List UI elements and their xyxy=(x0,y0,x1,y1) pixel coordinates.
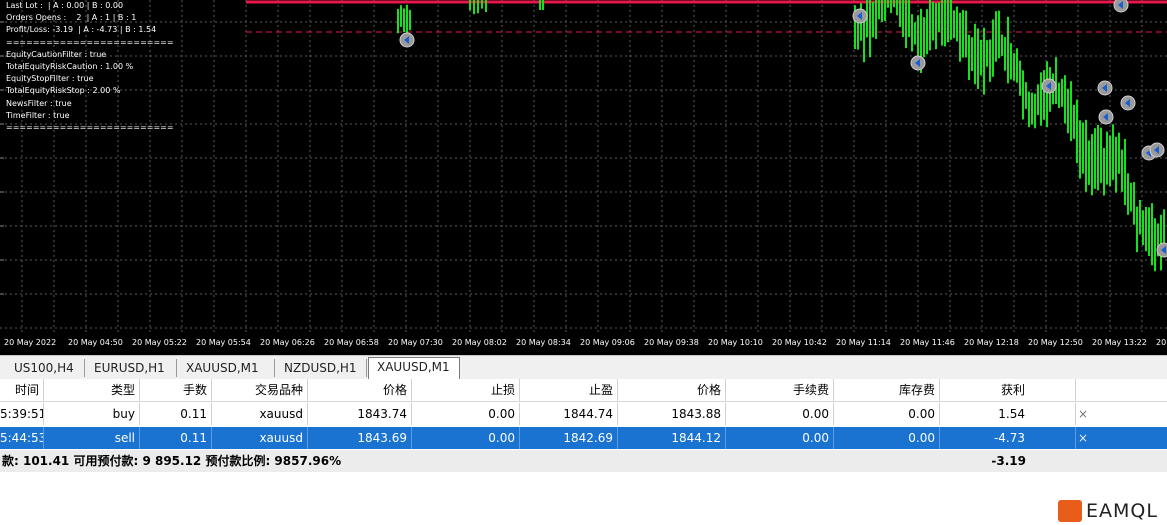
ea-info-line: Last Lot : | A : 0.00 | B : 0.00 xyxy=(6,1,124,10)
column-header-swap[interactable]: 库存费 xyxy=(834,379,940,401)
time-axis-label: 20 May 11:14 xyxy=(836,338,891,347)
time-axis-label: 20 May 04:50 xyxy=(68,338,123,347)
cell-time: 5:39:51 xyxy=(0,403,44,425)
time-axis: 20 May 2022 20 May 04:50 20 May 05:22 20 Ma… xyxy=(0,336,1167,350)
close-order-icon[interactable]: × xyxy=(1076,403,1090,425)
ea-info-line: Profit/Loss: -3.19 | A : -4.73 | B : 1.5… xyxy=(6,25,157,35)
column-header-take-profit[interactable]: 止盈 xyxy=(520,379,618,401)
cell-open-price: 1843.69 xyxy=(308,427,412,449)
cell-current-price: 1843.88 xyxy=(618,403,726,425)
table-header-row: 时间 类型 手数 交易品种 价格 止损 止盈 价格 手续费 库存费 获利 xyxy=(0,379,1167,402)
ea-info-line: NewsFilter : true xyxy=(6,98,72,108)
chart-canvas[interactable] xyxy=(0,0,1167,355)
chart-tabs: US100,H4 EURUSD,H1 XAUUSD,M1 NZDUSD,H1 XAUUS… xyxy=(0,355,1167,380)
chart-tab[interactable]: US100,H4 xyxy=(6,359,85,377)
chart-tab[interactable]: XAUUSD,M1 xyxy=(368,357,460,379)
ea-info-line: Orders Opens : 2 | A : 1 | B : 1 xyxy=(6,13,137,23)
column-header-commission[interactable]: 手续费 xyxy=(726,379,834,401)
account-summary-text: 款: 101.41 可用预付款: 9 895.12 预付款比例: 9857.96… xyxy=(2,454,342,468)
cell-type: sell xyxy=(44,427,140,449)
time-axis-label: 20 May 08:34 xyxy=(516,338,571,347)
column-header-current-price[interactable]: 价格 xyxy=(618,379,726,401)
ea-info-panel: Last Lot : | A : 0.00 | B : 0.00 Orders O… xyxy=(6,0,174,134)
cell-current-price: 1844.12 xyxy=(618,427,726,449)
cell-swap: 0.00 xyxy=(834,427,940,449)
ea-info-line: TimeFilter : true xyxy=(6,110,70,120)
cell-volume: 0.11 xyxy=(140,427,212,449)
time-axis-label: 20 May 10:42 xyxy=(772,338,827,347)
time-axis-label: 20 May 10:10 xyxy=(708,338,763,347)
cell-stop-loss: 0.00 xyxy=(412,403,520,425)
time-axis-label: 20 May 07:30 xyxy=(388,338,443,347)
time-axis-label: 20 May 06:58 xyxy=(324,338,379,347)
time-axis-label: 20 May 08:02 xyxy=(452,338,507,347)
chart-tab[interactable]: XAUUSD,M1 xyxy=(178,359,275,377)
chart-tab[interactable]: EURUSD,H1 xyxy=(86,359,177,377)
cell-profit: 1.54 xyxy=(940,403,1076,425)
time-axis-label: 20 May 2022 xyxy=(4,338,57,347)
cell-commission: 0.00 xyxy=(726,403,834,425)
column-header-volume[interactable]: 手数 xyxy=(140,379,212,401)
column-header-profit[interactable]: 获利 xyxy=(940,379,1076,401)
ea-info-line: EquityCautionFilter : true xyxy=(6,49,107,59)
chart-tab[interactable]: NZDUSD,H1 xyxy=(276,359,367,377)
cell-volume: 0.11 xyxy=(140,403,212,425)
time-axis-label: 20 May 05:22 xyxy=(132,338,187,347)
column-header-stop-loss[interactable]: 止损 xyxy=(412,379,520,401)
cell-swap: 0.00 xyxy=(834,403,940,425)
cell-symbol: xauusd xyxy=(212,403,308,425)
cell-type: buy xyxy=(44,403,140,425)
time-axis-label: 20 May 1 xyxy=(1156,338,1167,347)
cell-open-price: 1843.74 xyxy=(308,403,412,425)
ea-info-line: EquityStopFilter : true xyxy=(6,74,94,84)
table-row[interactable]: 5:44:53 sell 0.11 xauusd 1843.69 0.00 1842.69 1… xyxy=(0,427,1167,449)
brand-text: EAMQL xyxy=(1086,500,1158,522)
cell-profit: -4.73 xyxy=(940,427,1076,449)
account-summary-row: 款: 101.41 可用预付款: 9 895.12 预付款比例: 9857.96… xyxy=(0,450,1167,472)
cell-time: 5:44:53 xyxy=(0,427,44,449)
total-profit: -3.19 xyxy=(991,454,1026,468)
column-header-type[interactable]: 类型 xyxy=(44,379,140,401)
price-chart[interactable]: Last Lot : | A : 0.00 | B : 0.00 Orders O… xyxy=(0,0,1167,355)
time-axis-label: 20 May 13:22 xyxy=(1092,338,1147,347)
column-header-time[interactable]: 时间 xyxy=(0,379,44,401)
time-axis-label: 20 May 09:38 xyxy=(644,338,699,347)
cell-take-profit: 1844.74 xyxy=(520,403,618,425)
time-axis-label: 20 May 11:46 xyxy=(900,338,955,347)
time-axis-label: 20 May 12:50 xyxy=(1028,338,1083,347)
cell-stop-loss: 0.00 xyxy=(412,427,520,449)
time-axis-label: 20 May 06:26 xyxy=(260,338,315,347)
time-axis-label: 20 May 09:06 xyxy=(580,338,635,347)
ea-info-line: ========================= xyxy=(6,123,174,133)
ea-info-line: TotalEquityRiskCaution : 1.00 % xyxy=(6,62,134,72)
close-order-icon[interactable]: × xyxy=(1076,427,1090,449)
time-axis-label: 20 May 05:54 xyxy=(196,338,251,347)
cell-commission: 0.00 xyxy=(726,427,834,449)
ea-info-line: TotalEquityRiskStop : 2.00 % xyxy=(6,86,121,96)
table-row[interactable]: 5:39:51 buy 0.11 xauusd 1843.74 0.00 1844.74 18… xyxy=(0,403,1167,425)
cell-take-profit: 1842.69 xyxy=(520,427,618,449)
time-axis-label: 20 May 12:18 xyxy=(964,338,1019,347)
brand-logo-icon xyxy=(1058,500,1082,522)
ea-info-line: ========================= xyxy=(6,37,174,47)
cell-symbol: xauusd xyxy=(212,427,308,449)
column-header-symbol[interactable]: 交易品种 xyxy=(212,379,308,401)
column-header-open-price[interactable]: 价格 xyxy=(308,379,412,401)
